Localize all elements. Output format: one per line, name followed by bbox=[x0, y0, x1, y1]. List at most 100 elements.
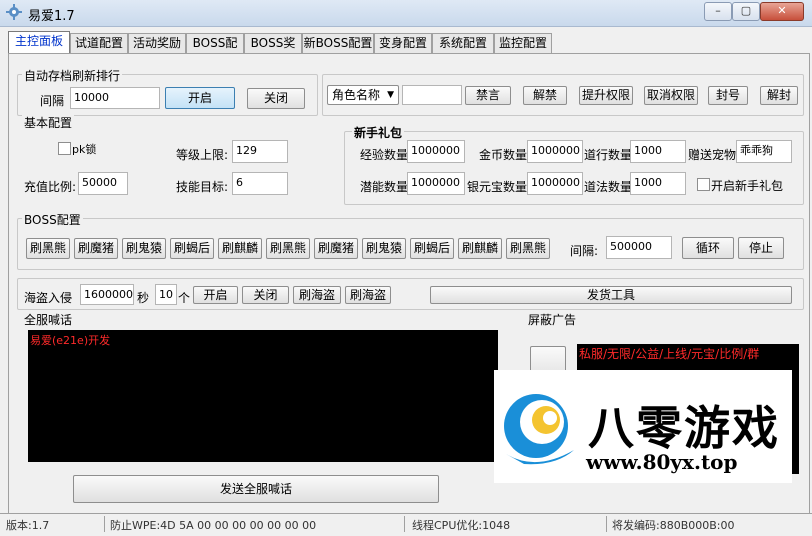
boss-spawn-button[interactable]: 刷鬼猿 bbox=[122, 238, 166, 259]
boss-spawn-button[interactable]: 刷黑熊 bbox=[506, 238, 550, 259]
dao-fa-input[interactable]: 1000 bbox=[630, 172, 686, 195]
dao-input[interactable]: 1000 bbox=[630, 140, 686, 163]
server-shout-log: 易爱(e21e)开发 bbox=[28, 330, 498, 462]
watermark-brand-name: 八零游戏 bbox=[588, 401, 780, 455]
unmute-button[interactable]: 解禁 bbox=[523, 86, 567, 105]
pk-lock-label: pk锁 bbox=[72, 143, 97, 156]
pirate-label: 海盗入侵 bbox=[24, 291, 73, 305]
autosave-interval-input[interactable]: 10000 bbox=[70, 87, 160, 109]
minimize-button[interactable]: – bbox=[704, 2, 732, 21]
autosave-label: 自动存档刷新排行 bbox=[22, 67, 123, 84]
exp-label: 经验数量 bbox=[360, 148, 409, 162]
tab-new-boss-config[interactable]: 新BOSS配置 bbox=[302, 33, 374, 53]
status-bar: 版本:1.7 防止WPE:4D 5A 00 00 00 00 00 00 00 … bbox=[0, 513, 812, 536]
tab-boss-rewards[interactable]: BOSS奖励 bbox=[244, 33, 302, 69]
potential-input[interactable]: 1000000 bbox=[407, 172, 465, 195]
pirate-interval-input[interactable]: 1600000 bbox=[80, 284, 134, 305]
boss-stop-button[interactable]: 停止 bbox=[738, 237, 784, 259]
pirate-open-button[interactable]: 开启 bbox=[193, 286, 238, 304]
boss-spawn-button[interactable]: 刷魔猪 bbox=[314, 238, 358, 259]
boss-spawn-button[interactable]: 刷麒麟 bbox=[458, 238, 502, 259]
skill-target-label: 技能目标: bbox=[176, 180, 229, 194]
boss-spawn-button[interactable]: 刷黑熊 bbox=[266, 238, 310, 259]
spawn-pirate-button[interactable]: 刷海盗 bbox=[293, 286, 341, 304]
enable-newbie-gift-label: 开启新手礼包 bbox=[711, 179, 784, 193]
gift-pet-label: 赠送宠物 bbox=[688, 148, 737, 162]
status-divider bbox=[606, 516, 607, 532]
spawn-pirate-button-2[interactable]: 刷海盗 bbox=[345, 286, 391, 304]
chevron-down-icon: ▼ bbox=[387, 90, 394, 100]
autosave-interval-label: 间隔 bbox=[40, 94, 65, 108]
close-button[interactable]: ✕ bbox=[760, 2, 804, 21]
pirate-close-button[interactable]: 关闭 bbox=[242, 286, 289, 304]
role-name-select[interactable]: 角色名称 ▼ bbox=[327, 85, 399, 105]
server-shout-log-line: 易爱(e21e)开发 bbox=[30, 334, 111, 347]
gift-pet-input[interactable]: 乖乖狗 bbox=[736, 140, 792, 163]
role-name-input[interactable] bbox=[402, 85, 462, 105]
tab-boss-config[interactable]: BOSS配置 bbox=[186, 33, 244, 69]
app-gear-icon bbox=[6, 4, 22, 20]
newbie-gift-label: 新手礼包 bbox=[352, 124, 405, 141]
level-cap-input[interactable]: 129 bbox=[232, 140, 288, 163]
autosave-open-button[interactable]: 开启 bbox=[165, 87, 235, 109]
maximize-button[interactable]: ▢ bbox=[732, 2, 760, 21]
dao-label: 道行数量 bbox=[584, 148, 633, 162]
tab-main-panel[interactable]: 主控面板 bbox=[8, 31, 70, 54]
gold-label: 金币数量 bbox=[479, 148, 528, 162]
revoke-permission-button[interactable]: 取消权限 bbox=[644, 86, 698, 105]
status-cpu: 线程CPU优化:1048 bbox=[412, 519, 511, 532]
block-ads-line: 私服/无限/公益/上线/元宝/比例/群 bbox=[579, 347, 760, 361]
unban-button[interactable]: 解封 bbox=[760, 86, 798, 105]
boss-interval-input[interactable]: 500000 bbox=[606, 236, 672, 259]
status-divider bbox=[404, 516, 405, 532]
watermark-url: www.80yx.top bbox=[586, 450, 738, 474]
boss-config-label: BOSS配置 bbox=[22, 211, 83, 228]
basic-config-label: 基本配置 bbox=[22, 114, 75, 131]
dao-fa-label: 道法数量 bbox=[584, 180, 633, 194]
watermark-overlay: 八零游戏 www.80yx.top bbox=[494, 370, 792, 483]
role-name-select-value: 角色名称 bbox=[332, 88, 381, 102]
tab-system-config[interactable]: 系统配置 bbox=[432, 33, 494, 53]
level-cap-label: 等级上限: bbox=[176, 148, 229, 162]
boss-spawn-button[interactable]: 刷麒麟 bbox=[218, 238, 262, 259]
gold-input[interactable]: 1000000 bbox=[527, 140, 583, 163]
recharge-ratio-label: 充值比例: bbox=[24, 180, 77, 194]
potential-label: 潜能数量 bbox=[360, 180, 409, 194]
skill-target-input[interactable]: 6 bbox=[232, 172, 288, 195]
boss-spawn-button[interactable]: 刷蝎后 bbox=[410, 238, 454, 259]
tab-trial-config[interactable]: 试道配置 bbox=[70, 33, 128, 53]
enable-newbie-gift-checkbox[interactable] bbox=[697, 178, 710, 191]
status-wpe: 防止WPE:4D 5A 00 00 00 00 00 00 00 bbox=[110, 519, 317, 532]
watermark-logo-icon bbox=[504, 394, 574, 465]
window-title: 易爱1.7 bbox=[28, 9, 75, 24]
boss-loop-button[interactable]: 循环 bbox=[682, 237, 734, 259]
title-bar: 易爱1.7 – ▢ ✕ bbox=[0, 0, 812, 27]
ban-button[interactable]: 封号 bbox=[708, 86, 748, 105]
boss-spawn-button[interactable]: 刷魔猪 bbox=[74, 238, 118, 259]
server-shout-label: 全服喊话 bbox=[24, 313, 73, 327]
tab-event-rewards[interactable]: 活动奖励 bbox=[128, 33, 186, 53]
status-divider bbox=[104, 516, 105, 532]
tab-transform-config[interactable]: 变身配置 bbox=[374, 33, 432, 53]
silver-ingot-input[interactable]: 1000000 bbox=[527, 172, 583, 195]
silver-ingot-label: 银元宝数量 bbox=[467, 180, 528, 194]
autosave-close-button[interactable]: 关闭 bbox=[247, 88, 305, 109]
recharge-ratio-input[interactable]: 50000 bbox=[78, 172, 128, 195]
exp-input[interactable]: 1000000 bbox=[407, 140, 465, 163]
boss-spawn-button[interactable]: 刷鬼猿 bbox=[362, 238, 406, 259]
raise-permission-button[interactable]: 提升权限 bbox=[579, 86, 633, 105]
pk-lock-checkbox[interactable] bbox=[58, 142, 71, 155]
boss-spawn-button[interactable]: 刷蝎后 bbox=[170, 238, 214, 259]
status-encoding: 将发编码:880B000B:00 bbox=[612, 519, 735, 532]
pirate-seconds-label: 秒 bbox=[137, 291, 150, 305]
delivery-tool-button[interactable]: 发货工具 bbox=[430, 286, 792, 304]
pirate-count-input[interactable]: 10 bbox=[155, 284, 177, 305]
block-ads-label: 屏蔽广告 bbox=[528, 313, 577, 327]
send-server-shout-button[interactable]: 发送全服喊话 bbox=[73, 475, 439, 503]
boss-spawn-button[interactable]: 刷黑熊 bbox=[26, 238, 70, 259]
tab-monitor-config[interactable]: 监控配置 bbox=[494, 33, 552, 53]
mute-button[interactable]: 禁言 bbox=[465, 86, 511, 105]
pirate-unit-label: 个 bbox=[178, 291, 191, 305]
status-version: 版本:1.7 bbox=[6, 519, 50, 532]
boss-interval-label: 间隔: bbox=[570, 244, 599, 258]
